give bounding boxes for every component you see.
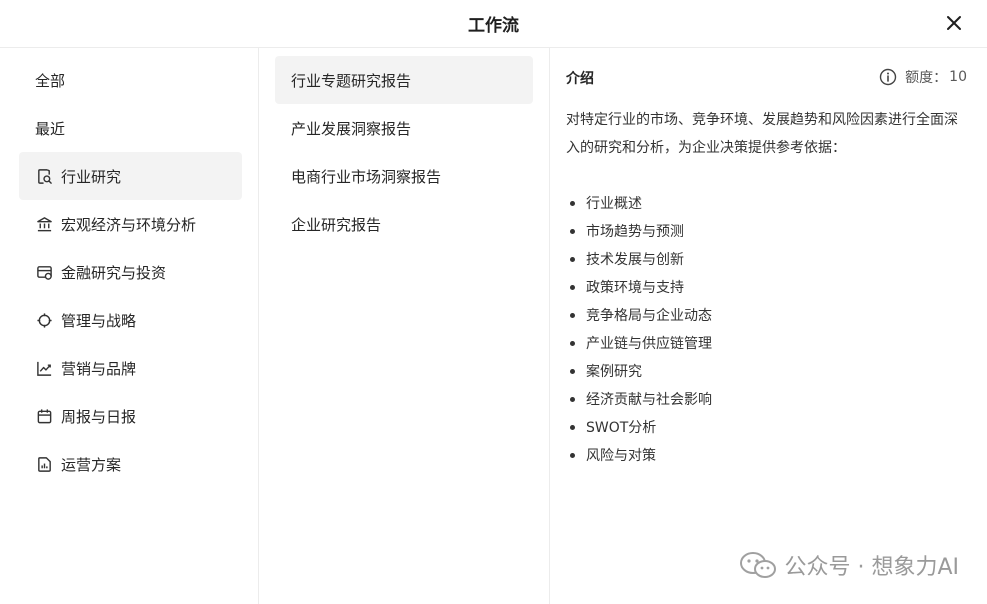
list-item: 风险与对策 bbox=[566, 441, 966, 469]
category-item-marketing[interactable]: 营销与品牌 bbox=[19, 344, 242, 392]
watermark-text: 公众号 · 想象力AI bbox=[784, 555, 959, 580]
category-label: 全部 bbox=[35, 71, 66, 90]
intro-description: 对特定行业的市场、竞争环境、发展趋势和风险因素进行全面深入的研究和分析，为企业决… bbox=[566, 112, 958, 156]
bullet-dot-icon bbox=[570, 340, 575, 346]
category-item-management[interactable]: 管理与战略 bbox=[19, 296, 242, 344]
category-label: 营销与品牌 bbox=[61, 359, 137, 378]
category-label: 金融研究与投资 bbox=[61, 263, 167, 282]
quota-label: 额度： bbox=[905, 70, 948, 86]
bullet-dot-icon bbox=[570, 284, 575, 290]
category-label: 周报与日报 bbox=[61, 407, 137, 426]
list-item: 市场趋势与预测 bbox=[566, 217, 966, 245]
workflow-label: 行业专题研究报告 bbox=[291, 71, 412, 90]
intro-panel: 介绍 额度： 10 对特定行业的市场、竞争环境、发展趋势和风险因素进行全面深入的… bbox=[550, 48, 987, 604]
category-label: 运营方案 bbox=[61, 455, 122, 474]
category-sidebar: 全部 最近 行业研究 宏观经济与环境分析 金融研究与投资 管理与战略 营销与品牌 bbox=[0, 48, 259, 604]
category-label: 管理与战略 bbox=[61, 311, 137, 330]
category-item-finance[interactable]: 金融研究与投资 bbox=[19, 248, 242, 296]
bullet-dot-icon bbox=[570, 368, 575, 374]
category-item-all[interactable]: 全部 bbox=[19, 56, 242, 104]
category-item-operations[interactable]: 运营方案 bbox=[19, 440, 242, 488]
workflow-list: 行业专题研究报告 产业发展洞察报告 电商行业市场洞察报告 企业研究报告 bbox=[259, 48, 550, 604]
watermark: 公众号 · 想象力AI bbox=[738, 549, 959, 581]
category-label: 最近 bbox=[35, 119, 66, 138]
list-item: 案例研究 bbox=[566, 357, 966, 385]
finance-icon bbox=[35, 263, 53, 281]
quota-value: 10 bbox=[949, 69, 967, 85]
category-label: 宏观经济与环境分析 bbox=[61, 215, 197, 234]
category-item-reports[interactable]: 周报与日报 bbox=[19, 392, 242, 440]
bullet-dot-icon bbox=[570, 424, 575, 430]
workflow-item[interactable]: 产业发展洞察报告 bbox=[275, 104, 533, 152]
target-icon bbox=[35, 311, 53, 329]
bullet-dot-icon bbox=[570, 228, 575, 234]
quota-indicator: 额度： 10 bbox=[879, 67, 967, 87]
calendar-icon bbox=[35, 407, 53, 425]
list-item: 行业概述 bbox=[566, 189, 966, 217]
workflow-label: 企业研究报告 bbox=[291, 215, 382, 234]
workflow-label: 产业发展洞察报告 bbox=[291, 119, 412, 138]
intro-bullet-list: 行业概述 市场趋势与预测 技术发展与创新 政策环境与支持 竞争格局与企业动态 产… bbox=[566, 189, 966, 469]
list-item: 产业链与供应链管理 bbox=[566, 329, 966, 357]
workflow-item[interactable]: 电商行业市场洞察报告 bbox=[275, 152, 533, 200]
intro-title: 介绍 bbox=[566, 71, 594, 87]
category-item-macro-economy[interactable]: 宏观经济与环境分析 bbox=[19, 200, 242, 248]
bullet-dot-icon bbox=[570, 200, 575, 206]
workflow-item[interactable]: 企业研究报告 bbox=[275, 200, 533, 248]
list-item: 政策环境与支持 bbox=[566, 273, 966, 301]
list-item: 竞争格局与企业动态 bbox=[566, 301, 966, 329]
bullet-dot-icon bbox=[570, 452, 575, 458]
list-item: 经济贡献与社会影响 bbox=[566, 385, 966, 413]
category-item-industry-research[interactable]: 行业研究 bbox=[19, 152, 242, 200]
workflow-label: 电商行业市场洞察报告 bbox=[291, 167, 442, 186]
modal-header: 工作流 bbox=[0, 0, 987, 48]
workflow-item[interactable]: 行业专题研究报告 bbox=[275, 56, 533, 104]
bank-icon bbox=[35, 215, 53, 233]
category-item-recent[interactable]: 最近 bbox=[19, 104, 242, 152]
doc-search-icon bbox=[35, 167, 53, 185]
list-item: SWOT分析 bbox=[566, 413, 966, 441]
wechat-icon bbox=[740, 552, 777, 578]
bullet-dot-icon bbox=[570, 396, 575, 402]
category-label: 行业研究 bbox=[61, 167, 122, 186]
close-icon[interactable] bbox=[943, 12, 965, 34]
modal-title: 工作流 bbox=[468, 16, 519, 36]
info-icon[interactable] bbox=[879, 68, 897, 86]
list-item: 技术发展与创新 bbox=[566, 245, 966, 273]
bullet-dot-icon bbox=[570, 312, 575, 318]
chart-line-icon bbox=[35, 359, 53, 377]
report-icon bbox=[35, 455, 53, 473]
bullet-dot-icon bbox=[570, 256, 575, 262]
